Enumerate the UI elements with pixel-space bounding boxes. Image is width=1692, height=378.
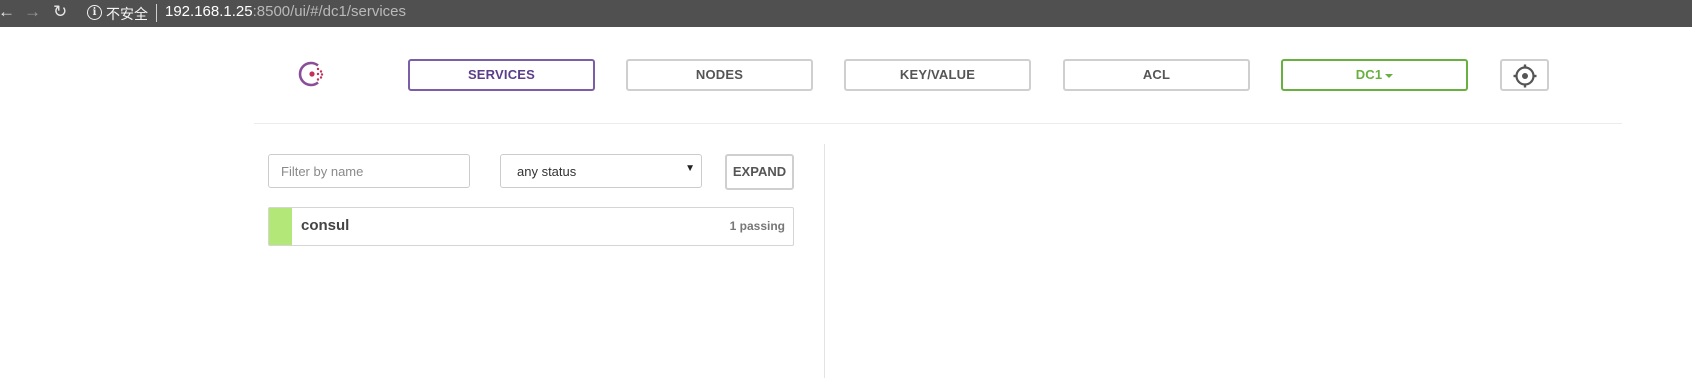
url-divider: [156, 4, 157, 22]
gear-icon: [1513, 64, 1537, 88]
datacenter-dropdown[interactable]: DC1: [1281, 59, 1468, 91]
reload-icon[interactable]: ↻: [53, 2, 67, 22]
caret-down-icon: [1385, 73, 1394, 78]
expand-button[interactable]: EXPAND: [725, 154, 794, 190]
status-filter-select[interactable]: any status ▼: [500, 154, 702, 188]
service-name: consul: [301, 217, 350, 234]
nav-services-button[interactable]: SERVICES: [408, 59, 595, 91]
info-icon[interactable]: i: [87, 5, 102, 20]
nav-key-value-button[interactable]: KEY/VALUE: [844, 59, 1031, 91]
back-icon[interactable]: ←: [0, 2, 15, 22]
select-arrow-icon: ▼: [685, 163, 695, 174]
url-host: 192.168.1.25: [165, 3, 253, 20]
service-check-summary: 1 passing: [729, 219, 785, 233]
datacenter-label: DC1: [1355, 67, 1383, 82]
status-filter-value: any status: [517, 164, 577, 179]
address-bar[interactable]: 192.168.1.25:8500/ui/#/dc1/services: [165, 3, 406, 20]
url-path: :8500/ui/#/dc1/services: [252, 3, 407, 20]
nav-acl-button[interactable]: ACL: [1063, 59, 1250, 91]
header-divider: [254, 123, 1622, 124]
forward-icon[interactable]: →: [24, 2, 41, 22]
security-label[interactable]: 不安全: [106, 4, 148, 24]
nav-nodes-button[interactable]: NODES: [626, 59, 813, 91]
passing-status-indicator: [269, 208, 292, 245]
service-list-item[interactable]: consul 1 passing: [268, 207, 794, 246]
settings-button[interactable]: [1500, 59, 1549, 91]
consul-logo-icon[interactable]: [297, 58, 329, 90]
column-divider: [824, 144, 825, 378]
filter-by-name-input[interactable]: [268, 154, 470, 188]
